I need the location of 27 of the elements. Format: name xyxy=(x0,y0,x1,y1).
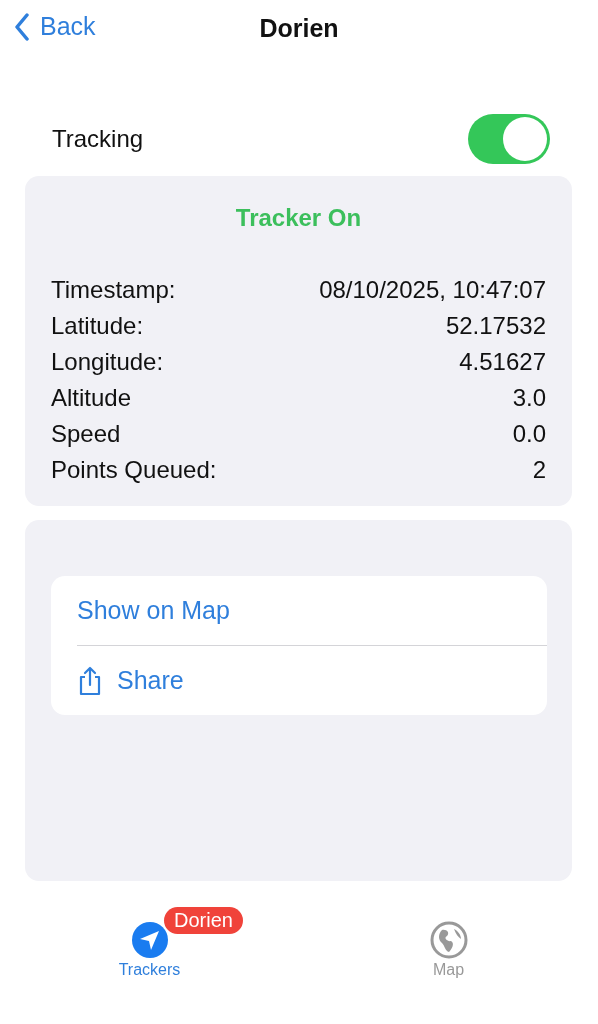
screen-title: Dorien xyxy=(259,13,339,43)
field-label: Longitude: xyxy=(51,348,164,376)
field-value: 0.0 xyxy=(512,420,546,448)
field-label: Points Queued: xyxy=(51,456,217,484)
field-value: 52.17532 xyxy=(445,312,546,340)
tab-bar-item[interactable]: Map xyxy=(299,907,598,979)
tracking-toggle[interactable] xyxy=(468,114,550,164)
show-on-map-button[interactable]: Show on Map xyxy=(77,576,547,646)
tab-label: Map xyxy=(432,961,465,979)
field-value: 2 xyxy=(532,456,546,484)
field-label: Altitude xyxy=(51,384,132,412)
field-label: Latitude: xyxy=(51,312,144,340)
share-button[interactable]: Share xyxy=(77,646,547,715)
tab-label: Trackers xyxy=(118,961,181,979)
field-label: Speed xyxy=(51,420,121,448)
tab-badge: Dorien xyxy=(164,907,243,934)
tab-bar-item[interactable]: Dorien Trackers xyxy=(0,907,299,979)
field-label: Timestamp: xyxy=(51,276,176,304)
field-value: 08/10/2025, 10:47:07 xyxy=(319,276,546,304)
back-button[interactable]: Back xyxy=(14,12,96,41)
globe-icon xyxy=(429,921,468,959)
tracking-label: Tracking xyxy=(52,125,144,153)
share-icon xyxy=(77,665,103,696)
field-value: 3.0 xyxy=(512,384,546,412)
chevron-left-icon xyxy=(14,12,30,41)
status-title: Tracker On xyxy=(234,203,363,233)
field-value: 4.51627 xyxy=(459,348,546,376)
